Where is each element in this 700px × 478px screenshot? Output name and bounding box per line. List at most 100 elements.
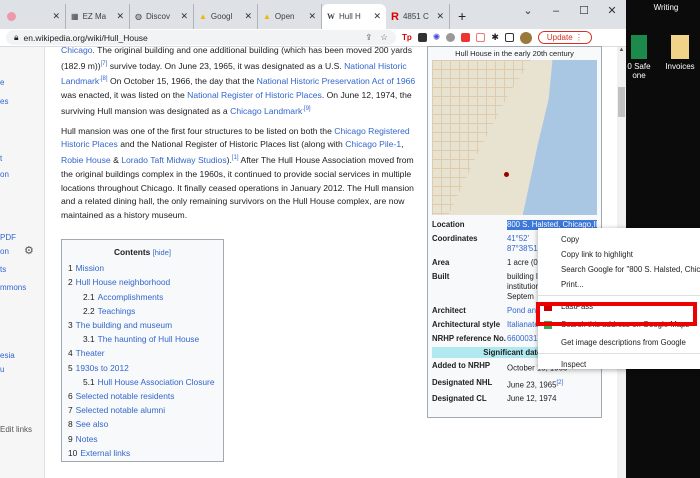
menu-item-inspect[interactable]: Inspect — [538, 357, 700, 372]
menu-item-get-image-descriptions-from-google[interactable]: Get image descriptions from Google — [538, 335, 700, 350]
extension-icon[interactable] — [446, 33, 456, 42]
browser-window: ✕ ▦ EZ Ma ✕ ◍ Discov ✕ ▲ Googl ✕ ▲ Open ✕ W Hull … — [0, 0, 626, 478]
side-panel-icon[interactable] — [504, 33, 514, 42]
menu-item-print[interactable]: Print... — [538, 277, 700, 292]
update-button[interactable]: Update ⋮ — [537, 31, 592, 44]
gear-icon[interactable]: ⚙ — [24, 244, 34, 257]
extension-icon[interactable] — [476, 33, 486, 42]
close-tab-icon[interactable]: ✕ — [244, 11, 252, 22]
article-link[interactable]: National Register of Historic Places — [187, 90, 322, 100]
citation-ref[interactable]: .[8] — [99, 76, 107, 82]
toc-item[interactable]: 2.1 Accomplishments — [68, 290, 217, 304]
toc-hide-link[interactable]: [hide] — [153, 248, 171, 257]
avatar[interactable] — [519, 31, 532, 44]
sidebar-link[interactable]: on — [0, 247, 9, 256]
menu-item-copy[interactable]: Copy — [538, 232, 700, 247]
menu-item-lastpass[interactable]: LastPass — [538, 299, 700, 314]
bookmark-star-icon[interactable]: ☆ — [380, 32, 388, 43]
globe-icon: ◍ — [135, 12, 142, 21]
extension-tp-icon[interactable]: Tp — [402, 33, 412, 42]
article-link[interactable]: National Historic Preservation Act of 19… — [257, 76, 416, 86]
sidebar-link[interactable]: esia — [0, 351, 15, 360]
toc-item[interactable]: 1 Mission — [68, 261, 217, 275]
tab-discover[interactable]: ◍ Discov ✕ — [130, 4, 194, 29]
toc-item[interactable]: 3.1 The haunting of Hull House — [68, 332, 217, 346]
toc-item[interactable]: 10 External links — [68, 446, 217, 460]
sidebar-link[interactable]: e — [0, 78, 4, 87]
sidebar-link[interactable]: t — [0, 154, 2, 163]
toc-label: Hull House neighborhood — [75, 277, 171, 288]
article-link[interactable]: Lorado Taft Midway Studios — [121, 155, 226, 165]
extension-gear-icon[interactable]: ✺ — [433, 32, 441, 43]
citation-ref[interactable]: .[9] — [302, 106, 310, 112]
sidebar-link[interactable]: es — [0, 97, 8, 106]
menu-item-search-this-address-on-google-maps[interactable]: Search this address on Google Maps — [538, 317, 700, 332]
close-tab-icon[interactable]: ✕ — [52, 11, 60, 22]
scroll-up-arrow-icon[interactable]: ▲ — [617, 47, 626, 53]
toc-item[interactable]: 6 Selected notable residents — [68, 389, 217, 403]
toc-item[interactable]: 2.2 Teachings — [68, 304, 217, 318]
url-text: en.wikipedia.org/wiki/Hull_House — [23, 32, 148, 43]
toc-label: The haunting of Hull House — [97, 334, 200, 345]
toc-item[interactable]: 7 Selected notable alumni — [68, 403, 217, 417]
maximize-button[interactable]: ☐ — [570, 0, 598, 22]
tab-search-icon[interactable]: ⌄ — [514, 0, 542, 22]
tab-google[interactable]: ▲ Googl ✕ — [194, 4, 258, 29]
toc-item[interactable]: 5 1930s to 2012 — [68, 361, 217, 375]
menu-item-search-google-for-800-s-halsted-chicago[interactable]: Search Google for "800 S. Halsted, Chica… — [538, 262, 700, 277]
text-run: Hull mansion was one of the first four s… — [61, 125, 335, 136]
close-tab-icon[interactable]: ✕ — [436, 11, 444, 22]
tab-ez-map[interactable]: ▦ EZ Ma ✕ — [66, 4, 130, 29]
article-link[interactable]: Robie House — [61, 155, 111, 165]
tab-hull-house[interactable]: W Hull H ✕ — [322, 4, 386, 29]
article-link[interactable]: Chicago Pile-1 — [345, 139, 401, 149]
article-link[interactable]: Chicago — [61, 45, 93, 55]
sidebar-link[interactable]: Edit links — [0, 425, 32, 434]
share-icon[interactable]: ⇪ — [365, 32, 372, 43]
tab-open[interactable]: ▲ Open ✕ — [258, 4, 322, 29]
scrollbar-thumb[interactable] — [618, 87, 625, 117]
citation-ref[interactable]: [2] — [556, 380, 563, 386]
sidebar-link[interactable]: mmons — [0, 283, 26, 292]
toc-item[interactable]: 2 Hull House neighborhood — [68, 275, 217, 289]
infobox-key: Location — [432, 220, 465, 229]
drive-icon: ▲ — [263, 12, 271, 21]
text-run: , — [401, 139, 404, 150]
minimize-button[interactable]: – — [542, 0, 570, 22]
map-image[interactable] — [432, 60, 597, 215]
sidebar-link[interactable]: u — [0, 365, 4, 374]
toc-item[interactable]: 5.1 Hull House Association Closure — [68, 375, 217, 389]
toc-item[interactable]: 3 The building and museum — [68, 318, 217, 332]
toc-item[interactable]: 4 Theater — [68, 346, 217, 360]
close-tab-icon[interactable]: ✕ — [116, 11, 124, 22]
toc-item[interactable]: 8 See also — [68, 417, 217, 431]
menu-item-label: Get image descriptions from Google — [561, 338, 686, 347]
sidebar-link[interactable]: PDF — [0, 233, 16, 242]
article-link[interactable]: Chicago Landmark — [230, 106, 302, 116]
close-window-button[interactable]: ✕ — [598, 0, 626, 22]
citation-ref[interactable]: [1] — [232, 155, 239, 161]
menu-item-copy-link-to-highlight[interactable]: Copy link to highlight — [538, 247, 700, 262]
tab-4851[interactable]: R 4851 C ✕ — [386, 4, 450, 29]
date-value: June 23, 1965[2] — [507, 378, 597, 391]
close-tab-icon[interactable]: ✕ — [308, 11, 316, 22]
menu-separator — [538, 353, 700, 354]
text-run: was enacted, it was listed on the — [61, 90, 188, 101]
extension-icon[interactable] — [461, 33, 471, 42]
sidebar-link[interactable]: ts — [0, 265, 6, 274]
address-bar[interactable]: 🔒︎ en.wikipedia.org/wiki/Hull_House ⇪ ☆ — [6, 30, 396, 45]
menu-item-label: Search this address on Google Maps — [561, 320, 690, 329]
infobox-caption: Hull House in the early 20th century — [455, 49, 574, 58]
toc-item[interactable]: 9 Notes — [68, 432, 217, 446]
tab-label: 4851 C — [402, 12, 429, 21]
sidebar-link[interactable]: on — [0, 170, 9, 179]
new-tab-button[interactable]: + — [450, 4, 474, 29]
desktop-icon-invoices[interactable]: Invoices — [660, 35, 700, 71]
extension-icon[interactable] — [417, 33, 427, 42]
close-tab-icon[interactable]: ✕ — [373, 11, 381, 22]
close-tab-icon[interactable]: ✕ — [180, 11, 188, 22]
paragraph: Hull mansion was one of the first four s… — [61, 125, 426, 223]
extensions-puzzle-icon[interactable]: ✱ — [491, 32, 499, 43]
desktop-icon-safe[interactable]: 0 Safe one — [622, 35, 656, 80]
tab-blurred[interactable]: ✕ — [2, 4, 66, 29]
